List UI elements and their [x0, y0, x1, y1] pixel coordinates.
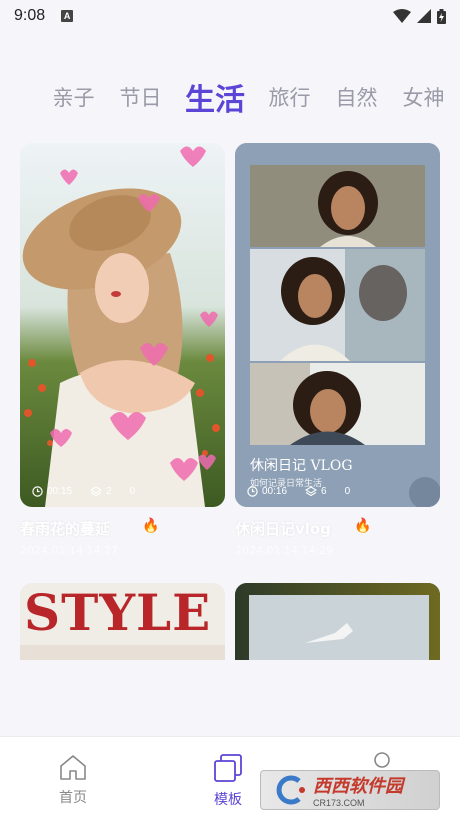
card-title: 春雨花的蔓延 — [20, 520, 111, 538]
template-card[interactable]: 00:15 2 0 — [20, 143, 225, 507]
battery-icon — [437, 8, 446, 24]
signal-icon — [417, 9, 431, 23]
template-card[interactable]: STYLE — [20, 583, 225, 660]
layer-count: 6 — [321, 486, 327, 497]
card-date: 2024.01.14 14:27 — [20, 544, 119, 557]
card-thumbnail — [235, 143, 440, 507]
layers-icon — [305, 486, 318, 497]
status-time: 9:08 — [14, 7, 46, 24]
status-icons — [393, 8, 446, 24]
layers-icon — [90, 486, 103, 497]
tab-nature[interactable]: 自然 — [323, 82, 390, 112]
duration: 00:16 — [262, 486, 288, 497]
nav-templates-label: 模板 — [214, 792, 242, 808]
card-headline: STYLE — [24, 583, 212, 642]
overlay-title: 休闲日记 VLOG — [250, 458, 353, 474]
nav-home-label: 首页 — [59, 790, 87, 806]
clock-icon — [247, 486, 258, 497]
tab-parenting[interactable]: 亲子 — [40, 82, 107, 112]
duration: 00:15 — [47, 486, 73, 497]
notification-icon: A — [61, 10, 74, 22]
card-date: 2024.01.14 14:29 — [235, 544, 334, 557]
watermark-text: 西西软件园 — [313, 776, 403, 797]
nav-home[interactable]: 首页 — [58, 753, 88, 807]
card-thumbnail — [20, 143, 225, 507]
templates-icon — [214, 754, 242, 782]
card-stats: 00:15 2 0 — [32, 486, 135, 497]
hot-icon: 🔥 — [142, 518, 160, 534]
hot-icon: 🔥 — [354, 518, 372, 534]
home-icon — [60, 755, 86, 780]
category-tabs: 亲子 节日 生活 旅行 自然 女神 — [0, 72, 460, 122]
use-count: 0 — [129, 486, 136, 497]
clock-icon — [32, 486, 43, 497]
layer-count: 2 — [106, 486, 112, 497]
card-stats: 00:16 6 0 — [247, 486, 350, 497]
template-card[interactable] — [235, 583, 440, 660]
tab-holiday[interactable]: 节日 — [107, 82, 174, 112]
wifi-icon — [393, 9, 411, 23]
tab-goddess[interactable]: 女神 — [390, 82, 457, 112]
tab-life[interactable]: 生活 — [174, 75, 256, 119]
logo-icon — [276, 775, 305, 805]
status-bar: 9:08 A — [0, 0, 460, 32]
card-thumbnail — [235, 583, 440, 660]
card-title: 休闲日记vlog — [235, 520, 331, 538]
template-card[interactable]: 休闲日记 VLOG 如何记录日常生活 00:16 6 0 — [235, 143, 440, 507]
tab-travel[interactable]: 旅行 — [256, 82, 323, 112]
watermark-logo: 西西软件园 CR173.COM — [260, 770, 440, 810]
nav-templates[interactable]: 模板 — [212, 753, 244, 809]
watermark-url: CR173.COM — [313, 798, 365, 808]
use-count: 0 — [344, 486, 351, 497]
